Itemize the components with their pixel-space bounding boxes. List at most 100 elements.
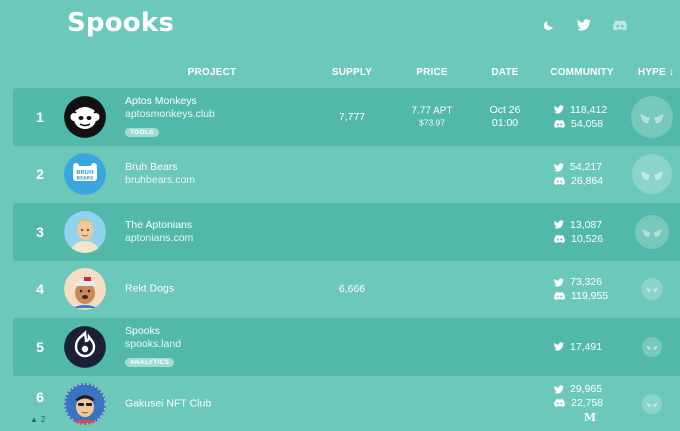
rank-number: 4 — [36, 281, 44, 298]
moon-icon[interactable] — [540, 17, 556, 33]
twitter-followers-link[interactable]: 13,087 — [554, 218, 616, 232]
project-website-link[interactable]: spooks.land — [125, 338, 181, 351]
hype-meter — [641, 278, 663, 301]
community-cell: 54,217 26,864 — [554, 160, 616, 188]
column-header-price[interactable]: PRICE — [395, 67, 469, 78]
project-avatar-aptos-monkeys[interactable] — [64, 95, 106, 138]
table-row[interactable]: 3 The Aptonians aptonians.com 13,087 10,… — [13, 203, 680, 261]
table-row[interactable]: 2 BRUH BEARS Bruh Bears bruhbears.com 54… — [0, 146, 680, 204]
project-website-link[interactable]: aptonians.com — [125, 232, 193, 245]
project-avatar-bruh-bears[interactable]: BRUH BEARS — [64, 153, 106, 196]
supply-value: 7,777 — [338, 110, 366, 123]
project-info: Rekt Dogs — [125, 283, 174, 296]
hype-meter — [632, 154, 672, 195]
discord-members-link[interactable]: 54,058 — [554, 117, 616, 131]
rank-change-value: 2 — [40, 414, 46, 424]
price-usd: $73.97 — [419, 117, 445, 128]
hype-meter — [642, 336, 662, 357]
twitter-followers-link[interactable]: 73,326 — [554, 275, 616, 289]
project-info: Spooks spooks.land ANALYTICS — [125, 325, 181, 369]
column-header-supply[interactable]: SUPPLY — [320, 67, 384, 78]
app-logo-title[interactable]: Spooks — [67, 8, 174, 38]
column-header-hype-sort[interactable]: HYPE ↓ — [632, 67, 680, 78]
twitter-followers-link[interactable]: 118,412 — [554, 103, 616, 117]
discord-icon — [554, 234, 565, 243]
table-row[interactable]: 1 Aptos Monkeys aptosmonkeys.club TOOLS — [13, 88, 680, 146]
avatar-text-line-1: BRUH — [76, 170, 94, 176]
community-cell: 29,965 22,758 M — [554, 382, 616, 424]
rank-up-arrow-icon: ▲ — [30, 414, 38, 424]
rank-change-indicator: ▲ 2 — [30, 415, 45, 424]
discord-count: 10,526 — [571, 232, 604, 245]
twitter-icon — [554, 220, 564, 229]
rank-number: 6 — [36, 389, 44, 406]
rank-number: 2 — [36, 166, 44, 183]
rank-number: 5 — [36, 338, 44, 355]
discord-icon[interactable] — [612, 17, 628, 33]
project-avatar-rekt-dogs[interactable] — [64, 268, 106, 311]
avatar-text-line-2: BEARS — [77, 176, 94, 182]
table-row[interactable]: 4 Rekt Dogs 6,666 73,326 119,955 — [0, 261, 680, 319]
project-info: The Aptonians aptonians.com — [125, 219, 193, 245]
hype-meter — [631, 95, 673, 138]
table-row[interactable]: 5 Spooks spooks.land ANALYTICS 17,491 — [13, 318, 680, 376]
medium-link-icon[interactable]: M — [554, 411, 616, 424]
discord-count: 26,864 — [571, 175, 604, 188]
column-header-community[interactable]: COMMUNITY — [540, 67, 624, 78]
twitter-count: 17,491 — [570, 340, 603, 353]
table-header: PROJECT SUPPLY PRICE DATE COMMUNITY HYPE… — [0, 67, 680, 81]
project-info: Aptos Monkeys aptosmonkeys.club TOOLS — [125, 95, 215, 139]
supply-value: 6,666 — [338, 283, 366, 296]
discord-members-link[interactable]: 10,526 — [554, 232, 616, 246]
project-avatar-gakusei-nft-club[interactable] — [64, 383, 106, 426]
discord-count: 22,758 — [571, 397, 604, 410]
price-apt: 7.77 APT — [411, 105, 453, 117]
mint-date-day: Oct 26 — [489, 103, 521, 116]
community-cell: 73,326 119,955 — [554, 275, 616, 303]
project-name[interactable]: Spooks — [125, 325, 181, 338]
twitter-followers-link[interactable]: 54,217 — [554, 160, 616, 174]
twitter-icon — [554, 163, 564, 172]
project-name[interactable]: Bruh Bears — [125, 161, 195, 174]
discord-icon — [554, 292, 565, 301]
discord-members-link[interactable]: 26,864 — [554, 174, 616, 188]
twitter-followers-link[interactable]: 29,965 — [554, 382, 616, 396]
project-tag-badge[interactable]: TOOLS — [125, 127, 159, 137]
hype-meter — [642, 394, 662, 415]
project-tag-badge[interactable]: ANALYTICS — [125, 357, 175, 367]
column-header-project[interactable]: PROJECT — [162, 67, 262, 78]
projects-table: 1 Aptos Monkeys aptosmonkeys.club TOOLS — [0, 88, 680, 431]
project-name[interactable]: Aptos Monkeys — [125, 95, 215, 108]
community-cell: 118,412 54,058 — [554, 103, 616, 131]
project-name[interactable]: The Aptonians — [125, 219, 193, 232]
twitter-icon — [554, 384, 564, 394]
twitter-icon — [554, 105, 564, 114]
discord-icon — [554, 399, 565, 408]
table-row[interactable]: 6 ▲ 2 Gakusei NFT Club 29,965 22,758 M — [0, 376, 680, 431]
mint-date: Oct 26 01:00 — [480, 104, 530, 130]
twitter-followers-link[interactable]: 17,491 — [554, 340, 616, 354]
project-website-link[interactable]: bruhbears.com — [125, 174, 195, 187]
discord-count: 54,058 — [571, 117, 604, 130]
rank-number: 3 — [36, 223, 44, 240]
rank-number: 1 — [36, 108, 44, 125]
twitter-icon — [554, 278, 564, 287]
project-info: Bruh Bears bruhbears.com — [125, 161, 195, 187]
project-website-link[interactable]: aptosmonkeys.club — [125, 108, 215, 121]
twitter-icon[interactable] — [576, 17, 592, 33]
top-icon-bar — [540, 17, 628, 33]
community-cell: 17,491 — [554, 340, 616, 354]
twitter-count: 54,217 — [570, 161, 603, 174]
twitter-count: 118,412 — [570, 103, 608, 116]
price-cell: 7.77 APT $73.97 — [395, 105, 469, 128]
twitter-icon — [554, 342, 564, 351]
column-header-date[interactable]: DATE — [480, 67, 530, 78]
discord-members-link[interactable]: 22,758 — [554, 396, 616, 410]
discord-members-link[interactable]: 119,955 — [554, 289, 616, 303]
project-name[interactable]: Rekt Dogs — [125, 283, 174, 296]
mint-date-time: 01:00 — [491, 116, 519, 129]
twitter-count: 29,965 — [570, 383, 603, 396]
project-name[interactable]: Gakusei NFT Club — [125, 398, 211, 411]
project-avatar-spooks[interactable] — [64, 325, 106, 368]
project-avatar-the-aptonians[interactable] — [64, 210, 106, 253]
